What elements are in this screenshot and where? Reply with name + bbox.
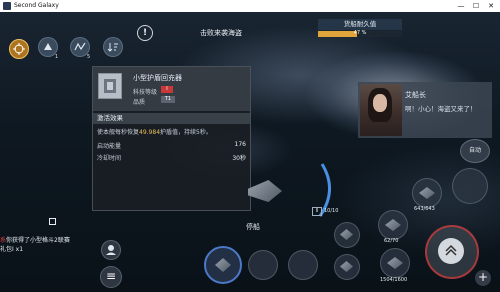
- skill-slot-empty[interactable]: [248, 250, 278, 280]
- target-lock-button[interactable]: [9, 39, 29, 59]
- stat-value: 30秒: [232, 155, 246, 162]
- dock-label[interactable]: 停船: [246, 222, 260, 232]
- quality-label: 品质: [133, 99, 146, 106]
- section-title: 激活效果: [93, 113, 250, 124]
- stat-label: 启动能量: [97, 143, 122, 150]
- skill-slot-active[interactable]: [204, 246, 242, 284]
- chat-line: 礼包Ⅰ x1: [0, 246, 24, 253]
- skill-3-label: 1504/1600: [380, 277, 408, 283]
- window-titlebar: Second Galaxy — ☐ ✕: [0, 0, 500, 12]
- desc-suffix: 护盾值，持续5秒。: [160, 129, 212, 136]
- crew-name: 艾船长: [405, 91, 426, 99]
- turret-icon: [419, 187, 435, 199]
- crosshair-icon: [13, 43, 25, 55]
- module-header: 小型护盾回充器 科技等级 I 品质 T1: [93, 67, 250, 111]
- people-icon: [106, 245, 116, 255]
- weapon-slot[interactable]: [334, 222, 360, 248]
- captain-portrait: [360, 84, 402, 136]
- skill-slot-1[interactable]: [412, 178, 442, 208]
- add-button[interactable]: +: [475, 270, 491, 286]
- crew-message: 啊！小心！海盗又来了！: [405, 105, 477, 113]
- pause-icon[interactable]: II: [312, 207, 322, 216]
- joystick-knob[interactable]: [438, 238, 464, 264]
- expand-arrows-icon: [445, 244, 457, 256]
- module-thumbnail: [98, 73, 122, 99]
- menu-button[interactable]: ≡: [100, 266, 122, 288]
- window-title: Second Galaxy: [14, 2, 59, 9]
- ship-icon: [44, 43, 52, 50]
- weapon-slot[interactable]: [334, 254, 360, 280]
- module-info-panel: 小型护盾回充器 科技等级 I 品质 T1 激活效果 使本舰每秒恢复49.984护…: [92, 66, 251, 211]
- quality-value: T1: [161, 96, 175, 103]
- action-slot[interactable]: [452, 168, 488, 204]
- sort-icon: [107, 43, 118, 52]
- minimize-button[interactable]: —: [454, 0, 468, 12]
- skill-slot-2[interactable]: [378, 210, 408, 240]
- stat-label: 冷却时间: [97, 155, 122, 162]
- desc-highlight: 49.984: [139, 129, 161, 136]
- desc-prefix: 使本舰每秒恢复: [97, 129, 140, 136]
- tech-label: 科技等级: [133, 89, 158, 96]
- chat-log[interactable]: 系你获得了小型格斗2联赛 礼包Ⅰ x1: [0, 236, 92, 254]
- close-button[interactable]: ✕: [484, 0, 498, 12]
- stat-row: 启动能量 176: [97, 141, 246, 150]
- maximize-button[interactable]: ☐: [469, 0, 483, 12]
- durability-value: 47 %: [353, 30, 367, 36]
- effect-description: 使本舰每秒恢复49.984护盾值，持续5秒。: [97, 127, 212, 136]
- route-badge: 5: [87, 54, 91, 60]
- durability-bar: 47 %: [318, 30, 402, 37]
- app-icon: [3, 2, 11, 10]
- route-icon: [74, 42, 86, 51]
- alert-icon[interactable]: !: [137, 25, 153, 41]
- chat-toggle[interactable]: [49, 218, 56, 225]
- speed-indicator[interactable]: II 10/10: [312, 207, 338, 216]
- tech-value: I: [161, 86, 173, 93]
- social-button[interactable]: [101, 240, 121, 260]
- module-icon: [215, 258, 231, 272]
- weapon-icon: [340, 261, 353, 272]
- mission-banner: 击败来袭海盗: [200, 29, 242, 37]
- skill-2-label: 62/70: [384, 238, 399, 244]
- sort-button[interactable]: [103, 37, 123, 57]
- stat-value: 176: [234, 141, 246, 148]
- chat-line: 你获得了小型格斗2联赛: [6, 237, 70, 244]
- speed-value: 10/10: [324, 208, 339, 214]
- weapon-icon: [340, 229, 353, 240]
- module-name: 小型护盾回充器: [133, 74, 182, 82]
- fleet-badge: 1: [55, 54, 59, 60]
- stat-row: 冷却时间 30秒: [97, 153, 246, 162]
- skill-slot-empty[interactable]: [288, 250, 318, 280]
- skill-slot-3[interactable]: [380, 248, 410, 278]
- skill-1-label: 643/643: [414, 206, 435, 212]
- drone-icon: [387, 257, 403, 269]
- auto-button[interactable]: 自动: [460, 139, 490, 163]
- durability-label: 货船耐久值: [318, 19, 402, 30]
- missile-icon: [385, 219, 401, 231]
